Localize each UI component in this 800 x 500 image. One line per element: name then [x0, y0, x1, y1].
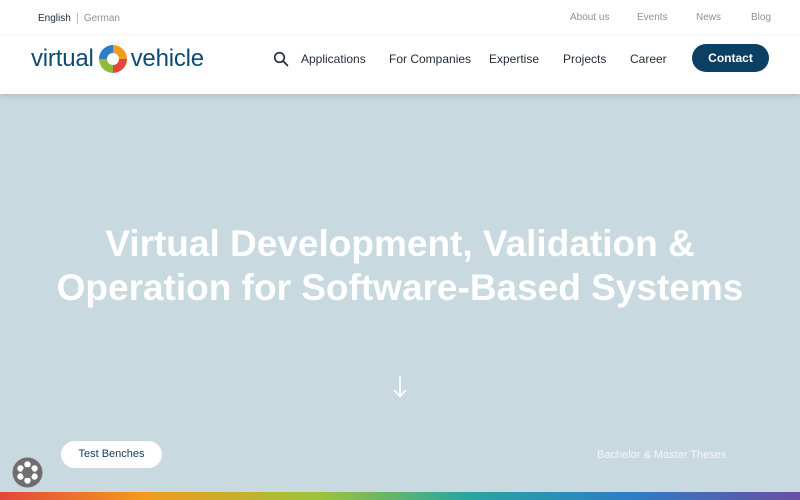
- arrow-down-icon[interactable]: [390, 375, 410, 399]
- nav-expertise[interactable]: Expertise: [489, 52, 539, 66]
- nav-projects[interactable]: Projects: [563, 52, 606, 66]
- language-english[interactable]: English: [38, 13, 71, 24]
- meta-link-blog[interactable]: Blog: [751, 12, 771, 23]
- logo-word-vehicle: vehicle: [130, 45, 205, 72]
- meta-link-events[interactable]: Events: [637, 12, 668, 23]
- theses-link[interactable]: Bachelor & Master Theses: [597, 449, 726, 461]
- utility-bar: English German About us Events News Blog: [0, 0, 800, 36]
- logo-word-virtual: virtual: [31, 45, 94, 72]
- logo-mark-icon: [98, 45, 127, 73]
- hero-headline-line-2: Operation for Software-Based Systems: [56, 267, 744, 308]
- main-header: virtual vehicle Applications For Compani…: [0, 36, 800, 94]
- meta-link-news[interactable]: News: [696, 12, 721, 23]
- language-german[interactable]: German: [84, 13, 120, 24]
- hero-section: Virtual Development, Validation & Operat…: [0, 94, 800, 492]
- site-logo[interactable]: virtual vehicle: [31, 42, 204, 76]
- language-divider: [76, 13, 78, 24]
- nav-career[interactable]: Career: [630, 52, 667, 66]
- cookie-settings-icon[interactable]: [11, 456, 44, 489]
- hero-headline-line-1: Virtual Development, Validation &: [105, 223, 695, 264]
- language-switcher: English German: [38, 13, 120, 24]
- meta-link-about-us[interactable]: About us: [570, 12, 609, 23]
- contact-button[interactable]: Contact: [692, 44, 769, 72]
- nav-for-companies[interactable]: For Companies: [389, 52, 471, 66]
- hero-headline: Virtual Development, Validation & Operat…: [0, 222, 800, 310]
- search-icon[interactable]: [273, 51, 289, 67]
- test-benches-button[interactable]: Test Benches: [61, 441, 162, 468]
- nav-applications[interactable]: Applications: [301, 52, 366, 66]
- brand-color-stripe: [0, 492, 800, 500]
